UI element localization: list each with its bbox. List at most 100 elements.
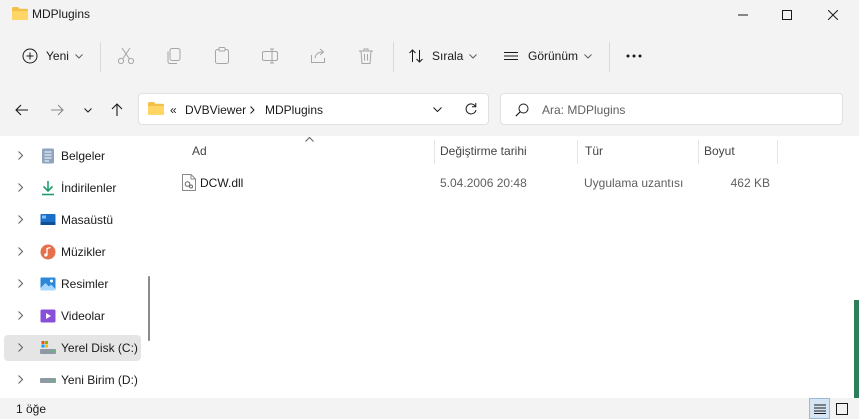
dll-file-icon — [182, 174, 196, 191]
column-divider[interactable] — [434, 140, 435, 164]
delete-button[interactable] — [357, 47, 375, 68]
breadcrumb-item[interactable]: DVBViewer — [185, 103, 246, 117]
sidebar-item-label: Resimler — [61, 277, 109, 291]
local-disk-icon — [40, 341, 56, 354]
share-icon — [311, 48, 325, 63]
sidebar-item-label: Belgeler — [61, 149, 106, 163]
rename-icon — [262, 48, 278, 64]
forward-button[interactable] — [45, 97, 69, 123]
column-header-size[interactable]: Boyut — [704, 144, 735, 158]
file-size: 462 KB — [730, 176, 770, 190]
sidebar-item-label: Yerel Disk (C:) — [61, 341, 138, 355]
file-type: Uygulama uzantısı — [584, 176, 684, 190]
sidebar-item-videos[interactable]: Videolar — [4, 303, 141, 329]
chevron-right-icon[interactable] — [18, 279, 23, 288]
arrow-up-icon — [111, 103, 123, 116]
minimize-icon — [738, 14, 748, 16]
chevron-right-icon[interactable] — [18, 183, 23, 192]
chevron-down-icon[interactable] — [433, 107, 442, 112]
sort-button[interactable]: Sırala — [403, 40, 483, 72]
plus-circle-icon — [22, 48, 38, 64]
videos-icon — [40, 309, 56, 323]
details-view-icon — [813, 404, 826, 414]
chevron-right-icon[interactable] — [18, 343, 23, 352]
search-input[interactable]: Ara: MDPlugins — [542, 103, 625, 117]
maximize-button[interactable] — [764, 0, 810, 30]
sidebar-item-label: Müzikler — [61, 245, 106, 259]
folder-icon — [12, 7, 28, 20]
desktop-icon — [40, 214, 56, 225]
details-view-button[interactable] — [809, 398, 830, 419]
sidebar-item-pictures[interactable]: Resimler — [4, 271, 141, 297]
status-bar — [0, 398, 859, 419]
breadcrumb-item[interactable]: MDPlugins — [265, 103, 323, 117]
scissors-icon — [117, 47, 135, 65]
documents-icon — [42, 148, 54, 164]
more-icon — [626, 54, 642, 58]
sidebar-item-label: Videolar — [61, 309, 105, 323]
column-header-modified[interactable]: Değiştirme tarihi — [440, 144, 527, 158]
chevron-right-icon[interactable] — [18, 247, 23, 256]
navigation-scrollbar[interactable] — [148, 276, 150, 341]
tiles-view-button[interactable] — [831, 398, 852, 419]
refresh-icon[interactable] — [464, 102, 478, 116]
column-header-name[interactable]: Ad — [192, 144, 207, 158]
minimize-button[interactable] — [720, 0, 766, 30]
sidebar-item-documents[interactable]: Belgeler — [4, 143, 141, 169]
copy-button[interactable] — [165, 47, 183, 68]
back-button[interactable] — [10, 97, 34, 123]
cut-button[interactable] — [117, 47, 135, 68]
search-icon — [515, 103, 529, 117]
sidebar-item-desktop[interactable]: Masaüstü — [4, 207, 141, 233]
chevron-right-icon[interactable] — [18, 151, 23, 160]
column-header-type[interactable]: Tür — [585, 144, 603, 158]
sidebar-item-label: İndirilenler — [61, 181, 117, 195]
copy-icon — [167, 48, 181, 64]
search-box[interactable]: Ara: MDPlugins — [500, 93, 843, 125]
downloads-icon — [42, 181, 54, 196]
paste-button[interactable] — [213, 47, 231, 68]
view-button[interactable]: Görünüm — [497, 40, 599, 72]
list-view-icon — [504, 52, 518, 60]
desktop-background-edge — [854, 300, 859, 398]
chevron-right-icon[interactable] — [18, 311, 23, 320]
column-divider[interactable] — [577, 140, 578, 164]
sidebar-item-local-disk[interactable]: Yerel Disk (C:) — [4, 335, 141, 361]
trash-icon — [359, 48, 373, 64]
close-button[interactable] — [810, 0, 856, 30]
share-button[interactable] — [309, 47, 327, 68]
tiles-view-icon — [835, 402, 848, 415]
chevron-right-icon — [250, 106, 255, 114]
recent-locations-button[interactable] — [76, 97, 100, 123]
toolbar-divider — [100, 42, 101, 72]
drive-icon — [40, 378, 56, 383]
sidebar-item-music[interactable]: Müzikler — [4, 239, 141, 265]
table-row[interactable]: DCW.dll 5.04.2006 20:48 Uygulama uzantıs… — [175, 170, 785, 196]
sidebar-item-new-volume[interactable]: Yeni Birim (D:) — [4, 367, 141, 393]
chevron-right-icon[interactable] — [18, 375, 23, 384]
chevron-right-icon[interactable] — [18, 215, 23, 224]
item-count: 1 öğe — [16, 402, 47, 416]
breadcrumb-overflow[interactable]: « — [170, 103, 177, 117]
sidebar-item-label: Masaüstü — [61, 213, 114, 227]
column-divider[interactable] — [698, 140, 699, 164]
close-icon — [828, 10, 838, 20]
toolbar-divider — [393, 42, 394, 72]
new-button-label: Yeni — [46, 49, 69, 63]
maximize-icon — [782, 10, 792, 20]
address-bar[interactable]: « DVBViewer MDPlugins — [138, 93, 489, 125]
file-name: DCW.dll — [200, 176, 244, 190]
column-divider[interactable] — [777, 140, 778, 164]
more-options-button[interactable] — [619, 40, 649, 72]
sidebar-item-label: Yeni Birim (D:) — [61, 373, 138, 387]
arrow-left-icon — [15, 104, 28, 116]
up-button[interactable] — [105, 97, 129, 123]
sidebar-item-downloads[interactable]: İndirilenler — [4, 175, 141, 201]
music-icon — [40, 244, 56, 260]
view-button-label: Görünüm — [528, 49, 579, 63]
rename-button[interactable] — [261, 47, 279, 68]
chevron-down-icon — [75, 53, 83, 59]
folder-icon — [148, 102, 164, 115]
chevron-down-icon — [469, 53, 478, 59]
new-button[interactable]: Yeni — [16, 40, 92, 72]
